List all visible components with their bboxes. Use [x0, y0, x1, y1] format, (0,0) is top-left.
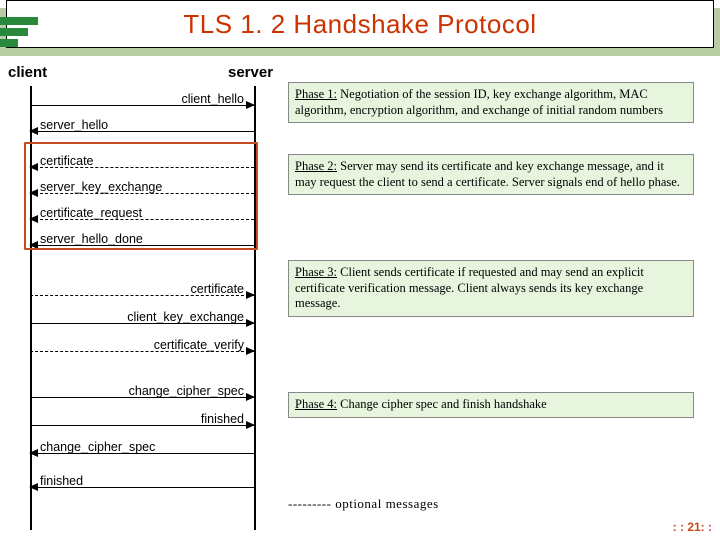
green-bar-icon: [0, 17, 38, 25]
green-bar-icon: [0, 39, 18, 47]
highlight-box-phase2: [24, 142, 258, 250]
msg-certificate-verify: certificate_verify: [30, 336, 254, 354]
msg-finished-s: finished: [30, 472, 254, 490]
msg-certificate-client: certificate: [30, 280, 254, 298]
msg-server-hello: server_hello: [30, 116, 254, 134]
msg-change-cipher-spec-c: change_cipher_spec: [30, 382, 254, 400]
title-box: TLS 1. 2 Handshake Protocol: [6, 0, 714, 48]
phase-4-box: Phase 4: Change cipher spec and finish h…: [288, 392, 694, 418]
server-label: server: [228, 64, 273, 81]
slide-title: TLS 1. 2 Handshake Protocol: [183, 9, 536, 40]
msg-finished-c: finished: [30, 410, 254, 428]
green-bar-icon: [0, 28, 28, 36]
phase-2-box: Phase 2: Server may send its certificate…: [288, 154, 694, 195]
legend-optional: --------- optional messages: [288, 496, 439, 512]
diagram: client server client_hello server_hello …: [0, 60, 720, 530]
msg-change-cipher-spec-s: change_cipher_spec: [30, 438, 254, 456]
msg-client-hello: client_hello: [30, 90, 254, 108]
phase-1-box: Phase 1: Negotiation of the session ID, …: [288, 82, 694, 123]
page-number: : : 21: :: [673, 520, 712, 534]
slide: TLS 1. 2 Handshake Protocol client serve…: [0, 0, 720, 540]
client-label: client: [8, 64, 47, 81]
msg-client-key-exchange: client_key_exchange: [30, 308, 254, 326]
corner-decor: [0, 8, 48, 52]
phase-3-box: Phase 3: Client sends certificate if req…: [288, 260, 694, 317]
